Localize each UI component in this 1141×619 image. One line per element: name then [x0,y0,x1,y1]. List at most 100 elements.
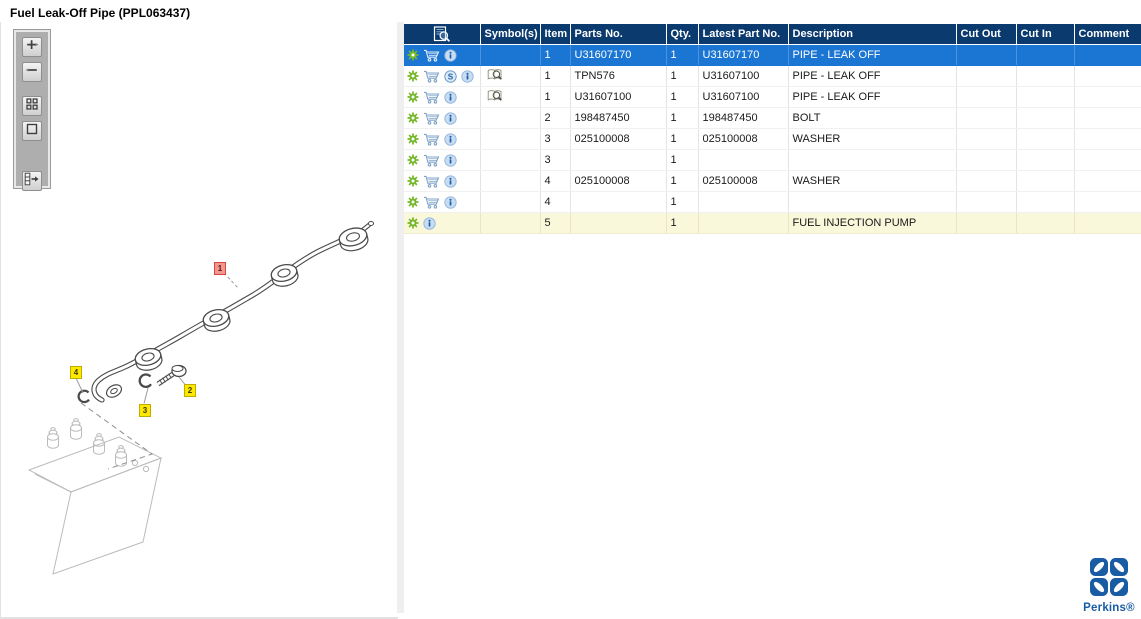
info-icon[interactable] [423,216,436,230]
gear-icon[interactable] [407,217,419,229]
column-header-cut-out[interactable]: Cut Out [956,24,1017,45]
cell-cut-out [956,107,1017,129]
cell-description: FUEL INJECTION PUMP [788,212,957,234]
cell-latest-part-no: 198487450 [698,107,789,129]
page-title: Fuel Leak-Off Pipe (PPL063437) [10,6,191,20]
cart-icon[interactable] [423,70,440,83]
fit-all-button[interactable] [22,96,42,116]
gear-icon[interactable] [407,175,419,187]
cell-latest-part-no [698,149,789,171]
cell-actions [404,107,481,129]
callout-2[interactable]: 2 [184,384,196,397]
table-row[interactable]: 2 198487450 1 198487450 BOLT [404,107,1141,129]
pane-divider[interactable] [397,22,404,613]
zoom-in-button[interactable] [22,37,42,57]
column-header-qty[interactable]: Qty. [666,24,699,45]
cell-symbols [480,44,541,66]
gear-icon[interactable] [407,49,419,61]
info-icon[interactable] [444,174,457,188]
column-header-actions[interactable] [404,24,481,45]
cell-item: 1 [540,65,571,87]
info-icon[interactable] [461,69,474,83]
washer-part-inner [142,376,151,386]
washer-part [138,373,152,389]
callout-leader-lines [75,272,240,404]
cell-cut-out [956,191,1017,213]
gear-icon[interactable] [407,133,419,145]
cell-symbols [480,191,541,213]
gear-icon[interactable] [407,154,419,166]
symbol-s-icon[interactable]: S [444,69,457,83]
table-row[interactable]: S 1 TPN576 1 U31607100 PIPE - LEAK OFF [404,65,1141,87]
cell-latest-part-no: U31607100 [698,86,789,108]
cell-item: 4 [540,170,571,192]
column-header-comment[interactable]: Comment [1074,24,1141,45]
cell-symbols [480,107,541,129]
cell-cut-in [1016,128,1075,150]
cell-cut-out [956,86,1017,108]
info-icon[interactable] [444,111,457,125]
diagram-toolbar [14,30,50,191]
cell-cut-out [956,212,1017,234]
cell-symbols [480,65,541,87]
callout-3[interactable]: 3 [139,404,151,417]
cell-item: 3 [540,128,571,150]
table-row[interactable]: 3 025100008 1 025100008 WASHER [404,128,1141,150]
cart-icon[interactable] [423,49,440,62]
info-icon[interactable] [444,153,457,167]
cell-parts-no: U31607100 [570,86,667,108]
column-header-latest-part-no[interactable]: Latest Part No. [698,24,789,45]
cell-qty: 1 [666,44,699,66]
washer-part [77,389,90,404]
cell-parts-no: TPN576 [570,65,667,87]
cell-cut-out [956,44,1017,66]
gear-icon[interactable] [407,70,419,82]
column-header-description[interactable]: Description [788,24,957,45]
cart-icon[interactable] [423,175,440,188]
cell-actions [404,149,481,171]
page-icon [25,122,39,141]
actual-size-button[interactable] [22,121,42,141]
info-icon[interactable] [444,132,457,146]
table-row[interactable]: 1 U31607100 1 U31607100 PIPE - LEAK OFF [404,86,1141,108]
info-icon[interactable] [444,90,457,104]
table-row[interactable]: 41 [404,191,1141,213]
cart-icon[interactable] [423,133,440,146]
table-header-row: Symbol(s) Item Parts No. Qty. Latest Part No… [404,24,1141,45]
book-symbol-icon[interactable] [487,89,504,103]
column-header-symbols[interactable]: Symbol(s) [480,24,541,45]
cell-actions [404,212,481,234]
table-row[interactable]: 1 U31607170 1 U31607170 PIPE - LEAK OFF [404,44,1141,66]
book-symbol-icon[interactable] [487,68,504,82]
cell-actions [404,170,481,192]
cell-description [788,149,957,171]
cart-icon[interactable] [423,91,440,104]
column-header-parts-no[interactable]: Parts No. [570,24,667,45]
cell-parts-no [570,149,667,171]
cart-icon[interactable] [423,196,440,209]
fuel-injection-pump-sketch [27,418,163,575]
svg-text:S: S [448,72,454,81]
gear-icon[interactable] [407,112,419,124]
zoom-out-button[interactable] [22,62,42,82]
info-icon[interactable] [444,48,457,62]
cart-icon[interactable] [423,154,440,167]
table-row[interactable]: 4 025100008 1 025100008 WASHER [404,170,1141,192]
cart-icon[interactable] [423,112,440,125]
table-row[interactable]: 31 [404,149,1141,171]
cell-cut-in [1016,44,1075,66]
cell-cut-out [956,128,1017,150]
info-icon[interactable] [444,195,457,209]
gear-icon[interactable] [407,196,419,208]
cell-qty: 1 [666,149,699,171]
cell-actions [404,191,481,213]
collapse-panel-button[interactable] [22,171,42,191]
column-header-item[interactable]: Item [540,24,571,45]
gear-icon[interactable] [407,91,419,103]
column-header-cut-in[interactable]: Cut In [1016,24,1075,45]
table-row[interactable]: 5 1 FUEL INJECTION PUMP [404,212,1141,234]
cell-cut-in [1016,170,1075,192]
callout-4[interactable]: 4 [70,366,82,379]
callout-1[interactable]: 1 [214,262,226,275]
cell-cut-in [1016,212,1075,234]
